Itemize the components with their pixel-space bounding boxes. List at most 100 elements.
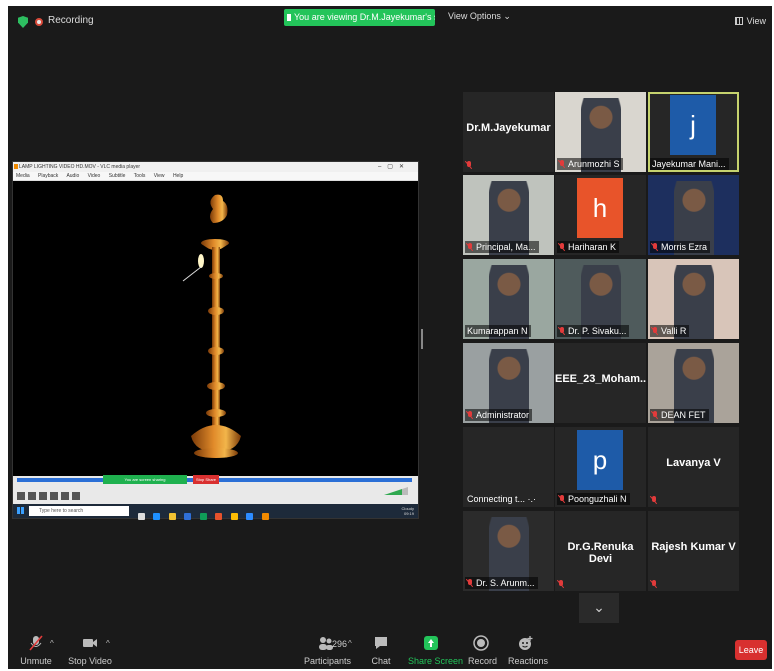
recording-icon	[35, 18, 43, 26]
microphone-muted-icon	[466, 161, 472, 169]
playlist-icon	[72, 492, 80, 500]
participant-tile[interactable]: Rajesh Kumar V	[648, 511, 739, 591]
chat-button[interactable]: Chat	[370, 635, 392, 666]
view-options-button[interactable]: View Options ⌄	[448, 11, 511, 22]
participant-name-label: Arunmozhi S	[557, 158, 623, 170]
participant-name-label: Poonguzhali N	[557, 493, 630, 505]
participant-name-label: Dr. S. Arunm...	[465, 577, 538, 589]
reactions-label: Reactions	[508, 656, 549, 666]
app-icon	[215, 513, 223, 520]
vlc-icon	[14, 164, 18, 169]
participant-name: DEAN FET	[661, 410, 706, 420]
next-icon	[50, 492, 58, 500]
participant-tile[interactable]: Arunmozhi S	[555, 92, 646, 172]
leave-button[interactable]: Leave	[735, 640, 767, 660]
viewing-screen-banner: You are viewing Dr.M.Jayekumar's screen	[284, 9, 435, 26]
participant-tile[interactable]: Morris Ezra	[648, 175, 739, 255]
participant-tile[interactable]: Dr. S. Arunm...	[463, 511, 554, 591]
participant-name-label: Kumarappan N	[465, 325, 531, 337]
participant-tile[interactable]: Dr.M.Jayekumar	[463, 92, 554, 172]
microphone-muted-icon	[651, 580, 657, 588]
participant-name-large: Dr.M.Jayekumar	[466, 122, 551, 134]
microphone-muted-icon	[558, 580, 564, 588]
participant-name: Dr. P. Sivaku...	[568, 326, 627, 336]
participant-name-label: Administrator	[465, 409, 533, 421]
participant-avatar: h	[577, 178, 623, 238]
chevron-down-icon: ⌄	[503, 11, 511, 21]
unmute-button[interactable]: Unmute	[20, 635, 52, 666]
gallery-next-page-button[interactable]: ⌄	[579, 593, 619, 623]
participant-tile[interactable]: p Poonguzhali N	[555, 427, 646, 507]
participant-tile[interactable]: Connecting t... ·.·	[463, 427, 554, 507]
participant-name-label: DEAN FET	[650, 409, 709, 421]
excel-icon	[199, 513, 207, 520]
view-button[interactable]: View	[734, 16, 766, 26]
recording-label: Recording	[48, 15, 94, 26]
participant-tile[interactable]: h Hariharan K	[555, 175, 646, 255]
encryption-shield-icon[interactable]	[18, 16, 28, 28]
participant-name: Administrator	[476, 410, 530, 420]
participants-label: Participants	[304, 656, 352, 666]
share-screen-icon	[424, 636, 438, 650]
microphone-muted-icon	[467, 243, 473, 251]
meeting-toolbar: Unmute ^ Stop Video ^ Participants 296 ^…	[8, 629, 772, 669]
word-icon	[184, 513, 192, 520]
microphone-muted-icon	[652, 327, 658, 335]
video-area	[13, 181, 418, 466]
audio-options-caret-icon[interactable]: ^	[50, 639, 54, 648]
volume-slider	[384, 487, 408, 495]
record-icon	[473, 635, 489, 651]
vlc-taskbar-icon	[261, 513, 269, 520]
record-button[interactable]: Record	[468, 635, 498, 666]
participant-tile[interactable]: DEAN FET	[648, 343, 739, 423]
participant-name: Connecting t...	[467, 494, 526, 504]
edge-icon	[153, 513, 161, 520]
participant-tile[interactable]: EEE_23_Moham...	[555, 343, 646, 423]
reactions-button[interactable]: Reactions	[508, 635, 549, 666]
chat-icon	[375, 637, 387, 649]
vlc-menu-subtitle: Subtitle	[108, 173, 126, 179]
vlc-menu-bar: Media Playback Audio Video Subtitle Tool…	[13, 172, 418, 181]
microphone-muted-icon	[29, 635, 43, 651]
participant-tile[interactable]: Dr. P. Sivaku...	[555, 259, 646, 339]
participant-name-label: Connecting t... ·.·	[465, 493, 539, 505]
participant-tile[interactable]: Principal, Ma...	[463, 175, 554, 255]
zoom-icon	[246, 513, 254, 520]
clock-label: 09:19	[403, 511, 414, 516]
stop-icon	[39, 492, 47, 500]
unmute-label: Unmute	[20, 656, 52, 666]
participant-tile[interactable]: Valli R	[648, 259, 739, 339]
microphone-muted-icon	[559, 327, 565, 335]
playback-buttons	[17, 487, 83, 500]
participant-tile[interactable]: j Jayekumar Mani...	[648, 92, 739, 172]
participant-name: Arunmozhi S	[568, 159, 620, 169]
participant-name: Poonguzhali N	[568, 494, 627, 504]
file-explorer-icon	[168, 513, 176, 520]
record-label: Record	[468, 656, 498, 666]
participant-name-large: EEE_23_Moham...	[555, 373, 646, 385]
participant-tile[interactable]: Administrator	[463, 343, 554, 423]
participant-tile[interactable]: Dr.G.Renuka Devi	[555, 511, 646, 591]
taskbar-search: Type here to search	[29, 506, 129, 516]
vlc-menu-media: Media	[16, 173, 30, 179]
share-screen-label: Share Screen	[408, 656, 464, 666]
participant-name-label: Valli R	[650, 325, 690, 337]
participant-name-label: Morris Ezra	[650, 241, 711, 253]
fullscreen-icon	[61, 492, 69, 500]
participant-tile[interactable]: Kumarappan N	[463, 259, 554, 339]
window-controls: –▢✕	[377, 164, 410, 170]
zoom-meeting-window: Recording You are viewing Dr.M.Jayekumar…	[8, 6, 772, 669]
grid-icon	[734, 17, 743, 25]
shared-screen: LAMP LIGHTING VIDEO HD.MOV - VLC media p…	[12, 161, 419, 520]
participants-caret-icon[interactable]: ^	[348, 639, 352, 648]
video-options-caret-icon[interactable]: ^	[106, 639, 110, 648]
split-view-handle[interactable]	[421, 329, 423, 349]
mini-stop-share-button: Stop Share	[193, 475, 219, 484]
stop-video-label: Stop Video	[68, 656, 112, 666]
share-screen-button[interactable]: Share Screen	[408, 635, 464, 666]
participant-tile[interactable]: Lavanya V	[648, 427, 739, 507]
taskview-icon	[138, 513, 145, 520]
chevron-down-icon: ⌄	[593, 599, 605, 615]
microphone-muted-icon	[652, 411, 658, 419]
participant-avatar: j	[670, 95, 716, 155]
